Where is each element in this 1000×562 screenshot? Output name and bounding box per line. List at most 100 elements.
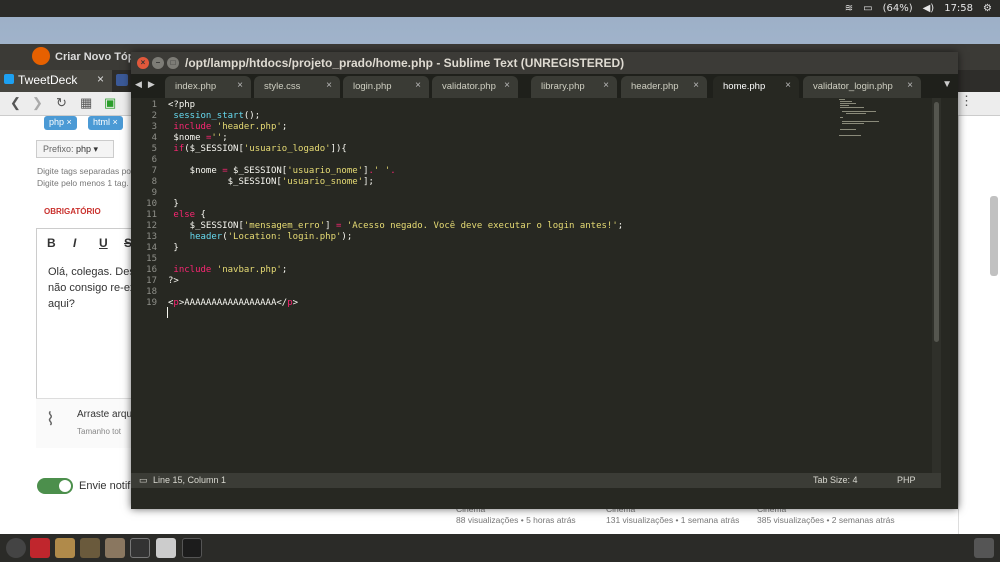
underline-button[interactable]: U	[99, 236, 108, 250]
tag-php[interactable]: php ×	[44, 116, 77, 130]
app-icon[interactable]	[105, 538, 125, 558]
tab-library-php[interactable]: library.php ×	[531, 76, 617, 98]
code-line: }	[168, 199, 179, 209]
terminal-icon[interactable]	[130, 538, 150, 558]
line-number: 4	[151, 133, 157, 143]
editor-tabbar: ◀▶ index.php × style.css × login.php × vali…	[131, 74, 958, 98]
tag-html[interactable]: html ×	[88, 116, 123, 130]
tab-index-php[interactable]: index.php ×	[165, 76, 251, 98]
terminal-icon[interactable]	[182, 538, 202, 558]
paperclip-icon: ⌇	[46, 409, 55, 429]
app-icon[interactable]	[30, 538, 50, 558]
tags-hint-min: Digite pelo menos 1 tag.	[37, 178, 129, 188]
required-label: OBRIGATÓRIO	[44, 207, 101, 216]
code-line: ?>	[168, 276, 179, 286]
code-area[interactable]: <?php session_start(); include 'header.p…	[168, 98, 928, 473]
notify-toggle[interactable]	[37, 478, 73, 494]
gear-icon[interactable]: ⚙	[983, 3, 992, 14]
close-icon[interactable]: ×	[693, 80, 699, 91]
prefix-select[interactable]: Prefixo: php ▾	[36, 140, 114, 158]
close-icon[interactable]: ×	[785, 80, 791, 91]
code-line: include 'navbar.php';	[173, 265, 288, 275]
minimize-window-icon[interactable]: –	[152, 57, 164, 69]
close-window-icon[interactable]: ×	[137, 57, 149, 69]
close-icon[interactable]: ×	[907, 80, 913, 91]
panel-toggle-icon[interactable]: ▭	[139, 475, 148, 486]
firefox-window-title: Criar Novo Tóp	[55, 51, 135, 63]
line-number: 12	[146, 221, 157, 231]
tab-home-php[interactable]: home.php ×	[713, 76, 799, 98]
line-number: 10	[146, 199, 157, 209]
code-line: header('Location: login.php');	[189, 232, 353, 242]
line-number: 14	[146, 243, 157, 253]
line-number: 8	[151, 177, 157, 187]
firefox-icon	[32, 47, 50, 65]
card-stats: 131 visualizações • 1 semana atrás	[606, 515, 740, 525]
code-line: $_SESSION['usuario_snome'];	[168, 177, 374, 187]
tab-label: validator.php	[442, 81, 496, 92]
prefix-value: php ▾	[76, 144, 99, 154]
reload-icon[interactable]: ↻	[56, 95, 67, 111]
forward-icon[interactable]: ❯	[32, 95, 43, 111]
tab-validator-login-php[interactable]: validator_login.php ×	[803, 76, 921, 98]
tab-validator-php[interactable]: validator.php ×	[432, 76, 518, 98]
line-number: 16	[146, 265, 157, 275]
tab-label: validator_login.php	[813, 81, 893, 92]
italic-button[interactable]: I	[73, 236, 76, 250]
tab-list-icon[interactable]: ▼	[942, 79, 952, 90]
line-number: 6	[151, 155, 157, 165]
syntax-mode[interactable]: PHP	[897, 475, 916, 485]
tab-header-php[interactable]: header.php ×	[621, 76, 707, 98]
back-icon[interactable]: ❮	[10, 95, 21, 111]
line-number: 5	[151, 144, 157, 154]
maximize-window-icon[interactable]: □	[167, 57, 179, 69]
wifi-icon[interactable]: ≋	[845, 3, 853, 14]
tab-label: index.php	[175, 81, 217, 92]
attach-dropzone[interactable]: ⌇ Arraste arqu Tamanho tot	[36, 398, 146, 448]
tab-login-php[interactable]: login.php ×	[343, 76, 429, 98]
close-icon[interactable]: ×	[237, 80, 243, 91]
close-icon[interactable]: ×	[504, 80, 510, 91]
tags-hint: Digite tags separadas po	[37, 166, 132, 176]
taskbar	[0, 534, 1000, 562]
ubuntu-menu-icon[interactable]	[6, 538, 26, 558]
code-line: $nome ='';	[168, 133, 228, 143]
status-bar: ▭ Line 15, Column 1 Tab Size: 4 PHP	[131, 473, 941, 488]
facebook-icon[interactable]	[116, 74, 128, 86]
editor-scrollbar[interactable]	[932, 98, 941, 473]
sublime-titlebar: × – □ /opt/lampp/htdocs/projeto_prado/ho…	[131, 52, 958, 74]
files-icon[interactable]	[55, 538, 75, 558]
tab-scroll-arrows-icon[interactable]: ◀▶	[135, 79, 161, 90]
scrollbar-thumb[interactable]	[934, 102, 939, 342]
tab-style-css[interactable]: style.css ×	[254, 76, 340, 98]
clock[interactable]: 17:58	[944, 3, 973, 14]
twitter-icon	[4, 74, 14, 84]
bold-button[interactable]: B	[47, 236, 56, 250]
close-icon[interactable]: ×	[415, 80, 421, 91]
app-icon[interactable]	[80, 538, 100, 558]
code-line: <p>AAAAAAAAAAAAAAAAA</p>	[168, 298, 299, 308]
sublime-window: × – □ /opt/lampp/htdocs/projeto_prado/ho…	[131, 52, 958, 509]
line-number: 3	[151, 122, 157, 132]
close-icon[interactable]: ×	[603, 80, 609, 91]
code-line: $nome = $_SESSION['usuario_nome'].' '.	[168, 166, 396, 176]
page-scrollbar[interactable]	[990, 196, 998, 276]
minimap[interactable]	[839, 98, 879, 138]
app-icon[interactable]	[156, 538, 176, 558]
battery-icon[interactable]: ▭	[863, 3, 872, 14]
volume-icon[interactable]: ◀)	[923, 3, 935, 14]
tab-label: style.css	[264, 81, 301, 92]
post-text-line: aqui?	[48, 298, 75, 310]
close-icon[interactable]: ×	[326, 80, 332, 91]
line-number: 13	[146, 232, 157, 242]
menu-icon[interactable]: ⋮	[960, 93, 973, 109]
close-icon[interactable]: ×	[97, 72, 104, 86]
prefix-label: Prefixo:	[43, 144, 74, 154]
trash-icon[interactable]	[974, 538, 994, 558]
card-stats: 88 visualizações • 5 horas atrás	[456, 515, 576, 525]
code-line: else {	[173, 210, 206, 220]
apps-icon[interactable]: ▦	[80, 95, 92, 111]
tab-tweetdeck[interactable]: TweetDeck ×	[0, 70, 112, 92]
attach-label: Arraste arqu	[77, 409, 133, 420]
tab-size[interactable]: Tab Size: 4	[813, 475, 858, 485]
